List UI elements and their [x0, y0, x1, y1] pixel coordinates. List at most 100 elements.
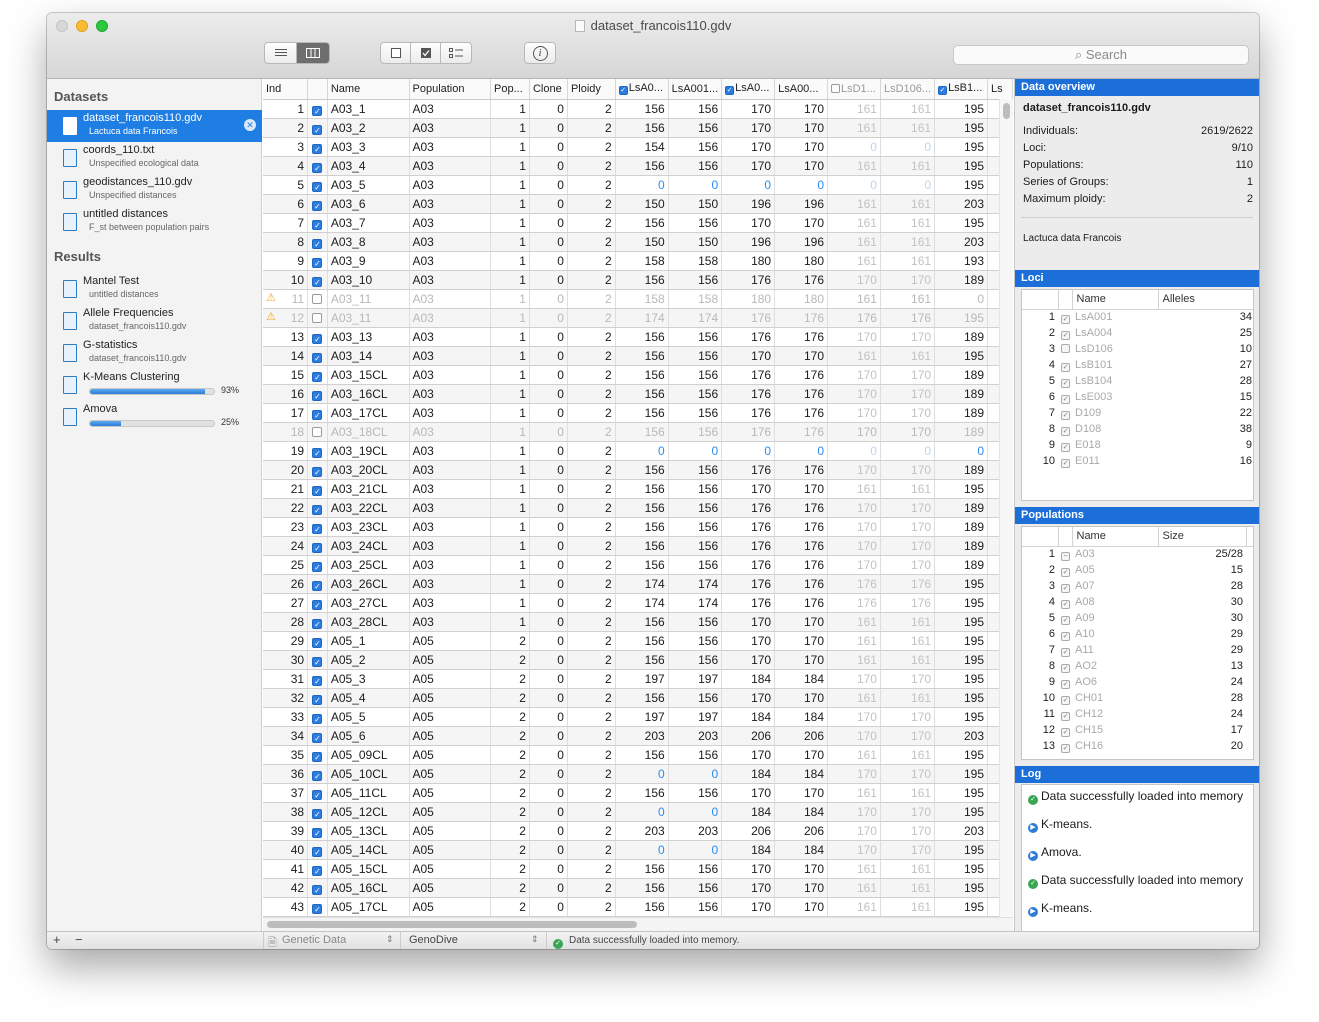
allele-cell[interactable]: 195 [934, 840, 989, 860]
numeric-cell[interactable]: 0 [529, 175, 568, 195]
individual-name[interactable]: A03_24CL [327, 536, 410, 556]
allele-cell[interactable]: 0 [668, 764, 723, 784]
population-name[interactable]: A03 [409, 99, 492, 119]
allele-cell[interactable]: 156 [615, 688, 669, 708]
allele-cell[interactable]: 203 [934, 821, 989, 841]
numeric-cell[interactable]: 1 [490, 251, 530, 271]
include-checkbox[interactable]: ✓ [312, 770, 323, 781]
allele-cell[interactable]: 161 [827, 688, 881, 708]
allele-cell[interactable]: 156 [615, 213, 669, 233]
individual-name[interactable]: A03_11 [327, 308, 410, 328]
individual-name[interactable]: A03_21CL [327, 479, 410, 499]
allele-cell[interactable]: 189 [934, 536, 989, 556]
allele-cell[interactable]: 196 [774, 232, 828, 252]
include-checkbox[interactable]: ✓ [312, 713, 323, 724]
allele-cell[interactable]: 156 [615, 384, 669, 404]
allele-cell[interactable]: 156 [615, 612, 669, 632]
table-row[interactable]: 38 ✓ A05_12CL A05 2 0 2 0 0 184 184 170 170 195 [263, 802, 1013, 822]
allele-cell[interactable]: 195 [934, 745, 989, 765]
include-checkbox-cell[interactable]: ✓ [307, 726, 328, 746]
allele-cell[interactable]: 176 [880, 308, 936, 328]
allele-cell[interactable]: 176 [827, 574, 881, 594]
allele-cell[interactable]: 161 [827, 479, 881, 499]
allele-cell[interactable]: 195 [934, 308, 989, 328]
include-checkbox-cell[interactable]: ✓ [307, 878, 328, 898]
locus-checkbox[interactable]: ✓ [1061, 394, 1070, 404]
allele-cell[interactable]: 189 [934, 517, 989, 537]
numeric-cell[interactable]: 2 [567, 346, 616, 366]
numeric-cell[interactable]: 2 [567, 707, 616, 727]
close-icon[interactable]: ✕ [244, 119, 256, 131]
numeric-cell[interactable]: 2 [567, 536, 616, 556]
allele-cell[interactable]: 161 [880, 118, 936, 138]
allele-cell[interactable]: 176 [721, 403, 776, 423]
population-checkbox[interactable]: ✓ [1061, 615, 1070, 625]
numeric-cell[interactable]: 2 [567, 422, 616, 442]
allele-cell[interactable]: 170 [880, 726, 936, 746]
include-checkbox-cell[interactable]: ✓ [307, 536, 328, 556]
table-row[interactable]: 21 ✓ A03_21CL A03 1 0 2 156 156 170 170 161 161 195 [263, 479, 1013, 499]
numeric-cell[interactable]: 2 [567, 783, 616, 803]
result-item[interactable]: Mantel Test untitled distances [47, 273, 262, 305]
allele-cell[interactable]: 170 [880, 498, 936, 518]
numeric-cell[interactable]: 0 [529, 745, 568, 765]
population-name[interactable]: A05 [409, 783, 492, 803]
include-checkbox-cell[interactable]: ✓ [307, 555, 328, 575]
population-name[interactable]: A05 [409, 688, 492, 708]
numeric-cell[interactable]: 1 [490, 574, 530, 594]
allele-cell[interactable]: 203 [934, 726, 989, 746]
locus-checkbox[interactable]: ✓ [1061, 426, 1070, 436]
numeric-cell[interactable]: 0 [529, 270, 568, 290]
table-horizontal-scrollbar[interactable] [263, 917, 1013, 931]
data-type-popup[interactable]: 🗎 Genetic Data ⇕ [263, 932, 401, 949]
allele-cell[interactable]: 170 [774, 745, 828, 765]
individual-name[interactable]: A05_13CL [327, 821, 410, 841]
include-checkbox[interactable]: ✓ [312, 143, 323, 154]
numeric-cell[interactable]: 1 [490, 99, 530, 119]
numeric-cell[interactable]: 1 [490, 118, 530, 138]
table-row[interactable]: 39 ✓ A05_13CL A05 2 0 2 203 203 206 206 170 170 203 [263, 821, 1013, 841]
allele-cell[interactable]: 197 [668, 669, 723, 689]
table-row[interactable]: 24 ✓ A03_24CL A03 1 0 2 156 156 176 176 170 170 189 [263, 536, 1013, 556]
allele-cell[interactable]: 189 [934, 403, 989, 423]
allele-cell[interactable]: 170 [774, 118, 828, 138]
population-name[interactable]: A03 [409, 327, 492, 347]
table-row[interactable]: 36 ✓ A05_10CL A05 2 0 2 0 0 184 184 170 170 195 [263, 764, 1013, 784]
numeric-cell[interactable]: 0 [529, 517, 568, 537]
numeric-cell[interactable]: 2 [567, 213, 616, 233]
column-header[interactable]: LsA001... [668, 79, 723, 100]
locus-row[interactable]: 5 ✓ LsB104 28 [1022, 373, 1253, 389]
table-row[interactable]: ⚠ 12 A03_11 A03 1 0 2 174 174 176 176 176 176 195 [263, 308, 1013, 328]
include-checkbox[interactable]: ✓ [312, 675, 323, 686]
allele-cell[interactable]: 180 [774, 289, 828, 309]
allele-cell[interactable]: 156 [668, 498, 723, 518]
allele-cell[interactable]: 161 [880, 650, 936, 670]
table-row[interactable]: 25 ✓ A03_25CL A03 1 0 2 156 156 176 176 170 170 189 [263, 555, 1013, 575]
allele-cell[interactable]: 161 [827, 631, 881, 651]
allele-cell[interactable]: 156 [615, 517, 669, 537]
allele-cell[interactable]: 0 [934, 289, 989, 309]
allele-cell[interactable]: 170 [721, 650, 776, 670]
population-row[interactable]: 7 ✓ A11 29 [1022, 642, 1253, 658]
include-checkbox-cell[interactable]: ✓ [307, 897, 328, 917]
allele-cell[interactable]: 170 [827, 840, 881, 860]
population-name[interactable]: A05 [409, 707, 492, 727]
numeric-cell[interactable]: 0 [529, 764, 568, 784]
allele-cell[interactable]: 161 [827, 745, 881, 765]
table-row[interactable]: 31 ✓ A05_3 A05 2 0 2 197 197 184 184 170 170 195 [263, 669, 1013, 689]
allele-cell[interactable]: 170 [774, 156, 828, 176]
include-checkbox-cell[interactable]: ✓ [307, 745, 328, 765]
numeric-cell[interactable]: 2 [567, 688, 616, 708]
allele-cell[interactable]: 170 [774, 631, 828, 651]
numeric-cell[interactable]: 2 [567, 99, 616, 119]
individual-name[interactable]: A05_6 [327, 726, 410, 746]
allele-cell[interactable]: 195 [934, 688, 989, 708]
table-row[interactable]: 9 ✓ A03_9 A03 1 0 2 158 158 180 180 161 161 193 [263, 251, 1013, 271]
allele-cell[interactable]: 195 [934, 574, 989, 594]
allele-cell[interactable]: 176 [721, 327, 776, 347]
allele-cell[interactable]: 170 [880, 707, 936, 727]
population-name[interactable]: A03 [409, 593, 492, 613]
individual-name[interactable]: A03_13 [327, 327, 410, 347]
table-row[interactable]: 5 ✓ A03_5 A03 1 0 2 0 0 0 0 0 0 195 [263, 175, 1013, 195]
allele-cell[interactable]: 195 [934, 175, 989, 195]
